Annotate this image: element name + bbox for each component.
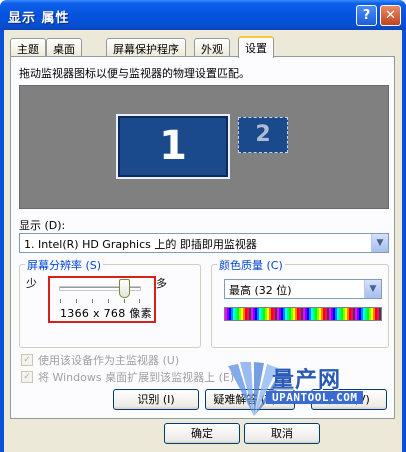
title-bar[interactable]: 显示 属性 ? ✕ [0, 0, 406, 30]
color-quality-dropdown[interactable]: 最高 (32 位) ▼ [224, 279, 382, 299]
identify-button[interactable]: 识别 (I) [113, 389, 199, 410]
slider-tick [92, 299, 93, 303]
display-properties-window: 显示 属性 ? ✕ 主题 桌面 屏幕保护程序 外观 设置 拖动监视器图标以便与监… [0, 0, 406, 452]
checkbox-checked-icon: ✓ [21, 371, 33, 383]
window-title: 显示 属性 [8, 11, 70, 26]
display-dropdown-value: 1. Intel(R) HD Graphics 上的 即插即用监视器 [24, 238, 257, 251]
watermark-text-cn: 量产网 [272, 368, 342, 393]
color-quality-value: 最高 (32 位) [229, 284, 292, 297]
help-button[interactable]: ? [356, 5, 377, 26]
extend-desktop-label: 将 Windows 桌面扩展到该监视器上 (E) [38, 371, 235, 384]
color-quality-group: 颜色质量 (C) 最高 (32 位) ▼ [211, 257, 389, 348]
resolution-slider-thumb[interactable] [119, 279, 130, 298]
resolution-less-label: 少 [26, 277, 37, 290]
slider-tick [76, 299, 77, 303]
primary-monitor-label: 使用该设备作为主监视器 (U) [38, 354, 180, 367]
tab-appearance[interactable]: 外观 [194, 38, 230, 57]
extend-desktop-checkbox[interactable]: ✓ 将 Windows 桌面扩展到该监视器上 (E) [21, 369, 234, 385]
chevron-down-icon[interactable]: ▼ [364, 280, 381, 298]
watermark-text-en: UPANTOOL.COM [266, 391, 364, 404]
ok-button[interactable]: 确定 [164, 423, 240, 444]
checkbox-checked-icon: ✓ [21, 354, 33, 366]
color-quality-group-label: 颜色质量 (C) [217, 257, 285, 273]
slider-tick [124, 299, 125, 303]
display-label: 显示 (D): [19, 219, 66, 232]
resolution-group-label: 屏幕分辨率 (S) [25, 257, 104, 273]
resolution-group: 屏幕分辨率 (S) 少 多 1366 x 768 像素 [19, 257, 201, 348]
instruction-text: 拖动监视器图标以便与监视器的物理设置匹配。 [19, 67, 250, 80]
resolution-slider-ticks [60, 299, 140, 303]
tab-desktop[interactable]: 桌面 [46, 38, 82, 57]
site-watermark: 量产网 UPANTOOL.COM [224, 360, 396, 420]
monitor-arrangement-area: 1 2 [19, 85, 389, 209]
monitor-1-icon[interactable]: 1 [116, 114, 230, 179]
display-dropdown[interactable]: 1. Intel(R) HD Graphics 上的 即插即用监视器 ▼ [19, 233, 389, 253]
slider-tick [139, 299, 140, 303]
monitor-2-icon[interactable]: 2 [238, 117, 288, 153]
color-spectrum-bar [224, 307, 382, 321]
primary-monitor-checkbox[interactable]: ✓ 使用该设备作为主监视器 (U) [21, 352, 179, 368]
chevron-down-icon[interactable]: ▼ [371, 234, 388, 252]
resolution-value: 1366 x 768 像素 [60, 307, 152, 320]
resolution-more-label: 多 [156, 277, 167, 290]
cancel-button[interactable]: 取消 [244, 423, 320, 444]
slider-tick [108, 299, 109, 303]
slider-tick [60, 299, 61, 303]
close-button[interactable]: ✕ [380, 5, 401, 26]
tab-themes[interactable]: 主题 [10, 38, 46, 57]
tab-settings[interactable]: 设置 [238, 36, 274, 58]
tab-screensaver[interactable]: 屏幕保护程序 [106, 38, 186, 57]
